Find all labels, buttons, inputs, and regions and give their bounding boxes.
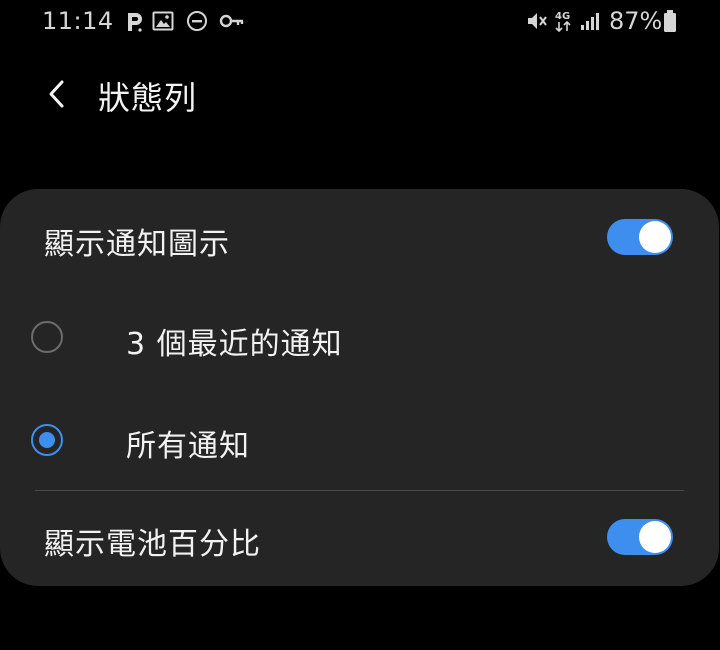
show-battery-percentage-row[interactable]: 顯示電池百分比 [0, 491, 719, 586]
key-icon [219, 10, 245, 32]
show-battery-percentage-label: 顯示電池百分比 [44, 527, 261, 562]
radio-option-all[interactable]: 所有通知 [0, 389, 719, 489]
toggle-knob [639, 221, 671, 253]
radio-button-selected[interactable] [31, 424, 63, 456]
network-label: 4G [555, 11, 570, 22]
radio-button-unselected[interactable] [31, 321, 63, 353]
image-icon [152, 10, 174, 32]
show-notification-icons-row[interactable]: 顯示通知圖示 [0, 189, 719, 289]
p-icon [124, 10, 146, 32]
radio-dot [39, 432, 55, 448]
mute-icon [525, 10, 549, 32]
signal-icon [580, 10, 602, 32]
radio-option-label: 3 個最近的通知 [126, 327, 343, 362]
chevron-left-icon [49, 80, 64, 108]
status-bar: 11:14 4G 87% [0, 0, 720, 44]
radio-option-recent-3[interactable]: 3 個最近的通知 [0, 289, 719, 389]
settings-card: 顯示通知圖示 3 個最近的通知 所有通知 顯示電池百分比 [0, 189, 719, 586]
status-time: 11:14 [42, 7, 114, 35]
radio-option-label: 所有通知 [126, 429, 250, 464]
show-battery-percentage-toggle[interactable] [607, 519, 673, 555]
battery-icon [663, 9, 677, 32]
battery-percentage: 87% [609, 7, 663, 35]
4g-data-icon: 4G [554, 9, 574, 33]
show-notification-icons-toggle[interactable] [607, 219, 673, 255]
back-button[interactable] [36, 74, 76, 114]
do-not-disturb-icon [186, 10, 208, 32]
toggle-knob [639, 521, 671, 553]
show-notification-icons-label: 顯示通知圖示 [44, 227, 230, 262]
app-bar: 狀態列 [0, 60, 720, 130]
page-title: 狀態列 [98, 79, 198, 117]
